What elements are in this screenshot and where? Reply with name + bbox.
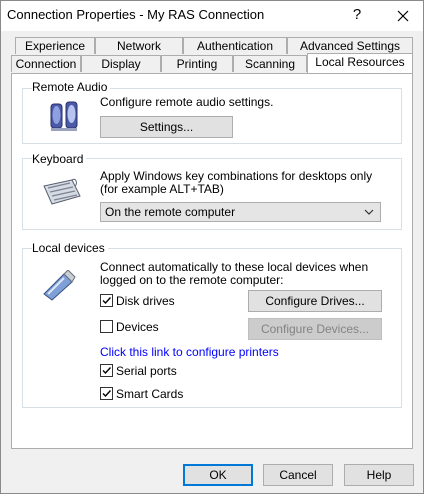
disk-drives-checkbox[interactable] [100, 294, 113, 307]
tab-experience[interactable]: Experience [15, 37, 95, 54]
keyboard-description-line1: Apply Windows key combinations for deskt… [100, 169, 373, 183]
title-bar: Connection Properties - My RAS Connectio… [1, 1, 423, 31]
tab-scanning[interactable]: Scanning [233, 55, 307, 72]
keyboard-title: Keyboard [32, 152, 87, 166]
usb-drive-icon [42, 269, 76, 305]
checkmark-icon [102, 367, 112, 375]
checkmark-icon [102, 390, 112, 398]
tab-advanced-settings[interactable]: Advanced Settings [287, 37, 413, 54]
keyboard-icon [42, 178, 82, 211]
tab-printing[interactable]: Printing [161, 55, 233, 72]
tab-network[interactable]: Network [95, 37, 183, 54]
smart-cards-checkbox[interactable] [100, 387, 113, 400]
help-icon[interactable]: ? [339, 1, 375, 31]
chevron-down-icon [364, 203, 374, 227]
local-devices-title: Local devices [32, 241, 108, 255]
keyboard-description-line2: (for example ALT+TAB) [100, 182, 224, 196]
close-icon[interactable] [383, 1, 423, 31]
devices-label[interactable]: Devices [116, 320, 159, 334]
remote-audio-title: Remote Audio [32, 80, 111, 94]
help-button[interactable]: Help [344, 464, 414, 486]
keyboard-select[interactable]: On the remote computer [100, 202, 381, 222]
smart-cards-label[interactable]: Smart Cards [116, 387, 183, 401]
tab-display[interactable]: Display [81, 55, 161, 72]
configure-drives-button[interactable]: Configure Drives... [248, 290, 382, 312]
dialog-window: Connection Properties - My RAS Connectio… [0, 0, 424, 494]
speakers-icon [48, 98, 80, 135]
keyboard-select-value: On the remote computer [105, 205, 236, 219]
remote-audio-description: Configure remote audio settings. [100, 95, 274, 109]
local-devices-description-line2: logged on to the remote computer: [100, 273, 284, 287]
configure-printers-link[interactable]: Click this link to configure printers [100, 345, 279, 359]
audio-settings-button[interactable]: Settings... [100, 116, 233, 138]
window-title: Connection Properties - My RAS Connectio… [7, 7, 265, 22]
serial-ports-checkbox[interactable] [100, 364, 113, 377]
serial-ports-label[interactable]: Serial ports [116, 364, 177, 378]
ok-button[interactable]: OK [183, 464, 253, 486]
tab-local-resources[interactable]: Local Resources [307, 53, 413, 73]
local-devices-description-line1: Connect automatically to these local dev… [100, 260, 369, 274]
cancel-button[interactable]: Cancel [263, 464, 333, 486]
devices-checkbox[interactable] [100, 320, 113, 333]
tab-connection[interactable]: Connection [11, 55, 81, 72]
checkmark-icon [102, 297, 112, 305]
configure-devices-button[interactable]: Configure Devices... [248, 318, 382, 340]
disk-drives-label[interactable]: Disk drives [116, 294, 175, 308]
tab-panel: Remote Audio Configure remote audio sett… [11, 73, 413, 449]
tab-authentication[interactable]: Authentication [183, 37, 287, 54]
